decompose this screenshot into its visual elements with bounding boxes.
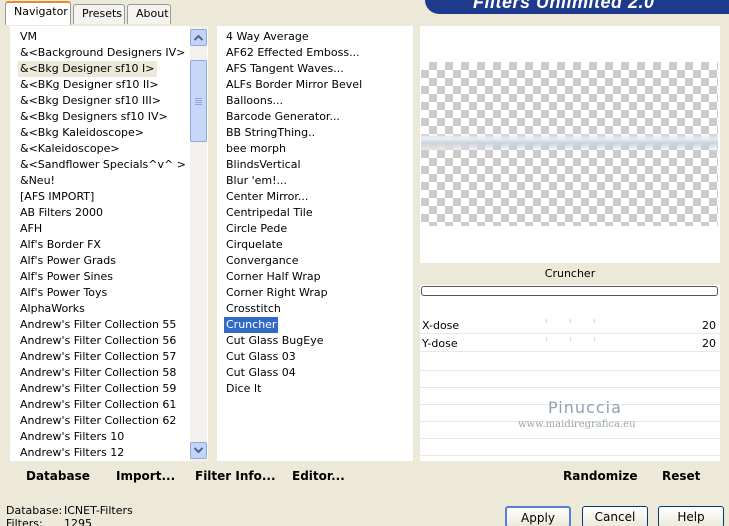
status-database-label: Database: <box>6 504 63 517</box>
status-filters-label: Filters: <box>6 517 43 526</box>
chevron-down-icon <box>194 447 203 454</box>
category-item[interactable]: Andrew's Filter Collection 55 <box>18 317 178 333</box>
reset-button[interactable]: Reset <box>662 469 700 483</box>
preview-stripe <box>421 133 718 151</box>
filter-item[interactable]: Corner Right Wrap <box>224 285 330 301</box>
filter-item[interactable]: Center Mirror... <box>224 189 310 205</box>
left-button-bar: Database Import... Filter Info... Editor… <box>10 461 413 489</box>
category-item[interactable]: &<BKg Designer sf10 II> <box>18 77 161 93</box>
category-item[interactable]: &<Bkg Designer sf10 III> <box>18 93 163 109</box>
category-item[interactable]: Alf's Border FX <box>18 237 103 253</box>
filter-item[interactable]: ALFs Border Mirror Bevel <box>224 77 364 93</box>
filter-item[interactable]: Circle Pede <box>224 221 289 237</box>
import-button[interactable]: Import... <box>116 469 175 483</box>
category-item[interactable]: Andrew's Filter Collection 62 <box>18 413 178 429</box>
filter-item[interactable]: Convergance <box>224 253 301 269</box>
param-label: X-dose <box>422 319 460 332</box>
category-item[interactable]: Alf's Power Sines <box>18 269 115 285</box>
filter-item[interactable]: Centripedal Tile <box>224 205 315 221</box>
filter-item[interactable]: BB StringThing.. <box>224 125 317 141</box>
filter-item[interactable]: Cirquelate <box>224 237 285 253</box>
filter-item[interactable]: 4 Way Average <box>224 29 311 45</box>
filter-item[interactable]: BlindsVertical <box>224 157 303 173</box>
category-item[interactable]: &<Kaleidoscope> <box>18 141 122 157</box>
filter-item[interactable]: Dice It <box>224 381 263 397</box>
filter-item[interactable]: AF62 Effected Emboss... <box>224 45 362 61</box>
category-item[interactable]: &<Background Designers IV> <box>18 45 187 61</box>
title-banner: Filters Unlimited 2.0 <box>425 0 729 14</box>
filter-item[interactable]: Cruncher <box>224 317 279 333</box>
preview-filter-name: Cruncher <box>420 263 720 285</box>
editor-button[interactable]: Editor... <box>292 469 345 483</box>
watermark-url: www.maidiregrafica.eu <box>518 419 636 430</box>
filter-item[interactable]: Corner Half Wrap <box>224 269 323 285</box>
category-item[interactable]: VM <box>18 29 39 45</box>
category-item[interactable]: Andrew's Filters 10 <box>18 429 126 445</box>
category-item[interactable]: AlphaWorks <box>18 301 87 317</box>
category-list[interactable]: VM &<Background Designers IV> &<Bkg Design… <box>10 26 208 461</box>
category-item[interactable]: AB Filters 2000 <box>18 205 105 221</box>
filter-item[interactable]: Balloons... <box>224 93 285 109</box>
tab-about[interactable]: About <box>127 4 171 24</box>
category-item[interactable]: AFH <box>18 221 44 237</box>
category-item[interactable]: &Neu! <box>18 173 57 189</box>
filter-info-button[interactable]: Filter Info... <box>195 469 276 483</box>
filter-item[interactable]: Cut Glass 04 <box>224 365 298 381</box>
category-scrollbar[interactable] <box>190 26 207 461</box>
filter-list[interactable]: 4 Way Average AF62 Effected Emboss... AFS … <box>217 26 413 461</box>
category-item[interactable]: Andrew's Filter Collection 61 <box>18 397 178 413</box>
scroll-down-button[interactable] <box>190 442 207 459</box>
category-item[interactable]: Andrew's Filter Collection 59 <box>18 381 178 397</box>
category-item[interactable]: Andrew's Filter Collection 56 <box>18 333 178 349</box>
filter-item[interactable]: bee morph <box>224 141 288 157</box>
filter-item[interactable]: AFS Tangent Waves... <box>224 61 346 77</box>
category-item[interactable]: Andrew's Filter Collection 58 <box>18 365 178 381</box>
category-item[interactable]: &<Bkg Designer sf10 I> <box>18 61 157 77</box>
cancel-button[interactable]: Cancel <box>582 506 648 526</box>
filter-item[interactable]: Crosstitch <box>224 301 283 317</box>
param-row-y-dose[interactable]: Y-dose 20 <box>420 335 720 352</box>
tab-navigator[interactable]: Navigator <box>5 1 71 25</box>
category-item[interactable]: &<Bkg Kaleidoscope> <box>18 125 146 141</box>
status-database: Database: ICNET-Filters <box>6 504 133 517</box>
apply-button[interactable]: Apply <box>505 506 571 526</box>
scroll-up-button[interactable] <box>190 29 207 46</box>
filter-item[interactable]: Barcode Generator... <box>224 109 342 125</box>
tab-presets[interactable]: Presets <box>73 4 125 24</box>
category-item[interactable]: Andrew's Filters 12 <box>18 445 126 461</box>
right-button-bar: Randomize Reset <box>420 461 720 489</box>
category-item[interactable]: Andrew's Filter Collection 57 <box>18 349 178 365</box>
status-filters-value: 1295 <box>64 517 92 526</box>
filter-item[interactable]: Cut Glass BugEye <box>224 333 325 349</box>
status-database-value: ICNET-Filters <box>64 504 133 517</box>
param-row-x-dose[interactable]: X-dose 20 <box>420 317 720 334</box>
filter-item[interactable]: Blur 'em!... <box>224 173 289 189</box>
chevron-up-icon <box>194 34 203 41</box>
banner-title: Filters Unlimited 2.0 <box>473 0 655 12</box>
progress-bar <box>421 286 718 296</box>
param-value: 20 <box>702 319 716 332</box>
watermark-name: Pinuccia <box>548 398 622 417</box>
category-item[interactable]: [AFS IMPORT] <box>18 189 96 205</box>
filter-item[interactable]: Cut Glass 03 <box>224 349 298 365</box>
help-button[interactable]: Help <box>658 506 724 526</box>
param-label: Y-dose <box>422 337 458 350</box>
category-item[interactable]: Alf's Power Grads <box>18 253 118 269</box>
category-item[interactable]: &<Bkg Designers sf10 IV> <box>18 109 170 125</box>
category-item[interactable]: Alf's Power Toys <box>18 285 109 301</box>
scroll-thumb[interactable] <box>190 60 207 142</box>
category-item[interactable]: &<Sandflower Specials^v^ > <box>18 157 188 173</box>
param-value: 20 <box>702 337 716 350</box>
status-filters: Filters: 1295 <box>6 517 92 526</box>
database-button[interactable]: Database <box>26 469 90 483</box>
randomize-button[interactable]: Randomize <box>563 469 637 483</box>
